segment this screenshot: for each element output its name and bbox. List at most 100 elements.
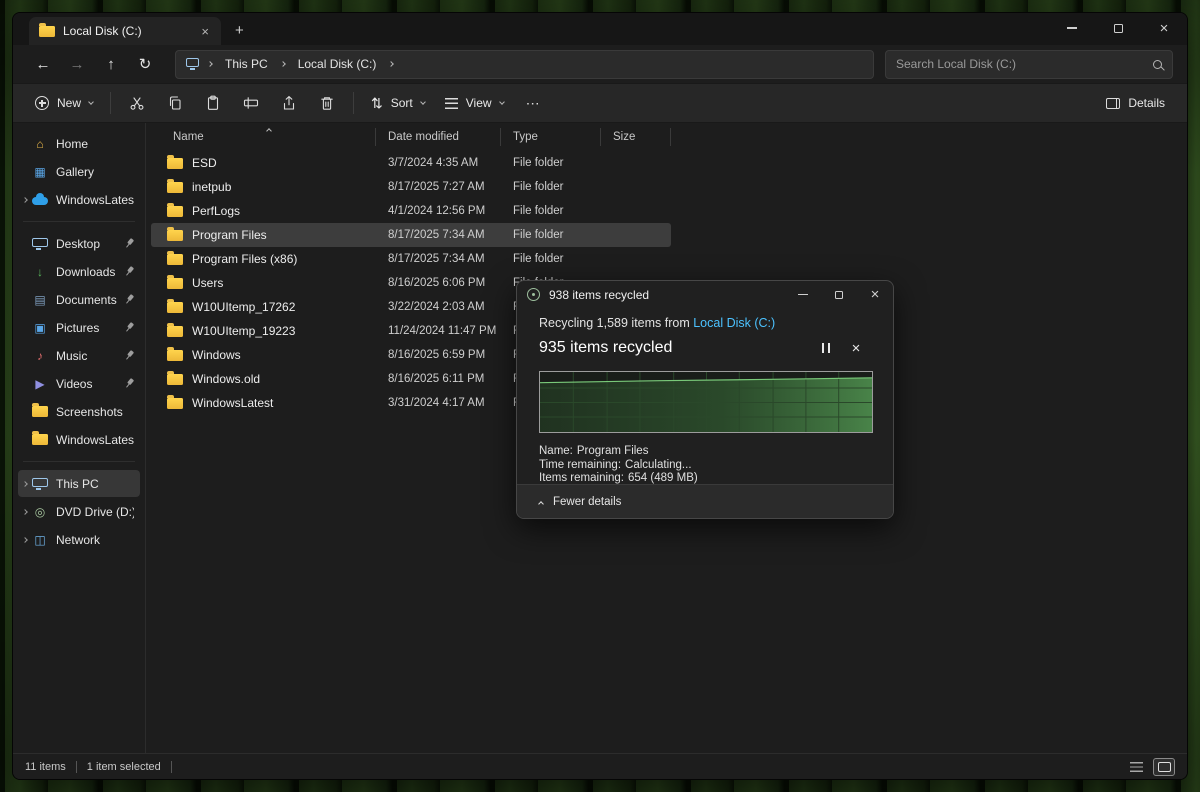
file-row-program-files-x86[interactable]: Program Files (x86) 8/17/2025 7:34 AM Fi… — [151, 247, 671, 271]
maximize-button[interactable] — [1095, 13, 1141, 43]
sort-button[interactable]: ⇅ Sort — [361, 88, 435, 119]
navigation-bar: ← → ↑ ↻ This PC Local Disk (C:) — [13, 45, 1187, 83]
dialog-maximize-button[interactable] — [821, 282, 857, 308]
close-icon: × — [852, 341, 861, 356]
ellipsis-icon: ⋯ — [526, 95, 540, 112]
new-tab-button[interactable]: + — [235, 22, 244, 39]
sidebar-item-network[interactable]: ◫ Network — [18, 526, 140, 553]
fewer-details-toggle[interactable]: Fewer details — [517, 484, 893, 518]
sidebar-item-documents[interactable]: ▤ Documents — [18, 286, 140, 313]
sidebar-item-music[interactable]: ♪ Music — [18, 342, 140, 369]
view-button[interactable]: View — [435, 88, 514, 119]
trash-icon — [319, 95, 335, 111]
sidebar-item-gallery[interactable]: ▦ Gallery — [18, 158, 140, 185]
thumbnail-view-icon — [1158, 762, 1171, 772]
search-input[interactable] — [896, 57, 1147, 71]
share-icon — [281, 95, 297, 111]
search-icon — [1153, 60, 1162, 69]
minimize-button[interactable] — [1049, 13, 1095, 43]
sidebar-item-desktop[interactable]: Desktop — [18, 230, 140, 257]
titlebar: Local Disk (C:) × + × — [13, 13, 1187, 45]
source-location-link[interactable]: Local Disk (C:) — [693, 316, 775, 330]
detail-time-remaining: Time remaining:Calculating... — [539, 459, 871, 473]
share-button[interactable] — [270, 88, 308, 119]
dialog-title: 938 items recycled — [549, 288, 785, 302]
sidebar-item-windowslatest-pe[interactable]: WindowsLatest - Pe — [18, 186, 140, 213]
delete-button[interactable] — [308, 88, 346, 119]
thumbnail-view-toggle[interactable] — [1153, 758, 1175, 776]
this-pc-icon — [186, 58, 199, 67]
dialog-minimize-button[interactable] — [785, 282, 821, 308]
copy-button[interactable] — [156, 88, 194, 119]
plus-icon — [35, 96, 49, 110]
paste-icon — [205, 95, 221, 111]
maximize-icon — [835, 291, 843, 299]
breadcrumb-chevron-icon — [207, 61, 213, 67]
refresh-button[interactable]: ↻ — [129, 49, 161, 79]
file-row-program-files[interactable]: Program Files 8/17/2025 7:34 AM File fol… — [151, 223, 671, 247]
folder-icon — [32, 406, 48, 417]
sidebar-item-dvd-drive-d-ccc[interactable]: ◎ DVD Drive (D:) CCC — [18, 498, 140, 525]
desktop-wallpaper: Local Disk (C:) × + × ← → ↑ ↻ This PC Lo… — [0, 0, 1200, 792]
gallery-icon: ▦ — [32, 164, 48, 180]
folder-icon — [167, 374, 183, 385]
cancel-operation-button[interactable]: × — [841, 336, 871, 360]
sidebar-item-this-pc[interactable]: This PC — [18, 470, 140, 497]
sidebar-item-screenshots[interactable]: Screenshots — [18, 398, 140, 425]
onedrive-cloud-icon — [32, 197, 48, 205]
details-pane-button[interactable]: Details — [1096, 88, 1175, 119]
documents-icon: ▤ — [32, 292, 48, 308]
network-icon: ◫ — [32, 532, 48, 548]
folder-icon — [32, 434, 48, 445]
view-lines-icon — [445, 98, 458, 109]
folder-icon — [167, 302, 183, 313]
file-row-inetpub[interactable]: inetpub 8/17/2025 7:27 AM File folder — [151, 175, 671, 199]
forward-button[interactable]: → — [61, 49, 93, 79]
up-button[interactable]: ↑ — [95, 49, 127, 79]
this-pc-icon — [32, 478, 48, 487]
downloads-icon: ↓ — [32, 264, 48, 280]
sidebar: ⌂ Home ▦ Gallery WindowsLatest - Pe Desk… — [13, 123, 146, 753]
column-header-date-modified[interactable]: Date modified — [376, 128, 501, 146]
details-panel-icon — [1106, 98, 1120, 109]
breadcrumb-this-pc[interactable]: This PC — [221, 55, 272, 73]
rename-button[interactable] — [232, 88, 270, 119]
tab-close-icon[interactable]: × — [197, 24, 213, 39]
recycle-progress-icon — [527, 288, 540, 301]
dialog-close-button[interactable]: × — [857, 282, 893, 308]
expand-chevron-icon — [22, 509, 28, 515]
detail-name: Name:Program Files — [539, 445, 871, 459]
expand-chevron-icon — [22, 197, 28, 203]
file-row-esd[interactable]: ESD 3/7/2024 4:35 AM File folder — [151, 151, 671, 175]
paste-button[interactable] — [194, 88, 232, 119]
column-headers: Name Date modified Type Size — [151, 125, 1187, 149]
sidebar-item-downloads[interactable]: ↓ Downloads — [18, 258, 140, 285]
pictures-icon: ▣ — [32, 320, 48, 336]
new-button[interactable]: New — [25, 88, 103, 119]
file-row-perflogs[interactable]: PerfLogs 4/1/2024 12:56 PM File folder — [151, 199, 671, 223]
column-header-size[interactable]: Size — [601, 128, 671, 146]
column-header-name[interactable]: Name — [151, 128, 376, 146]
chevron-down-icon — [499, 99, 505, 105]
pause-button[interactable] — [811, 336, 841, 360]
folder-icon — [167, 350, 183, 361]
cut-button[interactable] — [118, 88, 156, 119]
folder-icon — [167, 230, 183, 241]
column-header-type[interactable]: Type — [501, 128, 601, 146]
back-button[interactable]: ← — [27, 49, 59, 79]
details-view-toggle[interactable] — [1125, 758, 1147, 776]
explorer-tab[interactable]: Local Disk (C:) × — [29, 17, 221, 45]
sidebar-item-videos[interactable]: ▶ Videos — [18, 370, 140, 397]
sidebar-item-pictures[interactable]: ▣ Pictures — [18, 314, 140, 341]
expand-chevron-icon — [22, 537, 28, 543]
breadcrumb-local-disk-c[interactable]: Local Disk (C:) — [294, 55, 381, 73]
sidebar-item-windowslatest[interactable]: WindowsLatest — [18, 426, 140, 453]
close-icon: × — [1160, 21, 1169, 36]
folder-icon — [167, 206, 183, 217]
breadcrumb[interactable]: This PC Local Disk (C:) — [175, 50, 874, 79]
videos-icon: ▶ — [32, 376, 48, 392]
more-options-button[interactable]: ⋯ — [514, 88, 552, 119]
close-button[interactable]: × — [1141, 13, 1187, 43]
desktop-icon — [32, 238, 48, 247]
sidebar-item-home[interactable]: ⌂ Home — [18, 130, 140, 157]
